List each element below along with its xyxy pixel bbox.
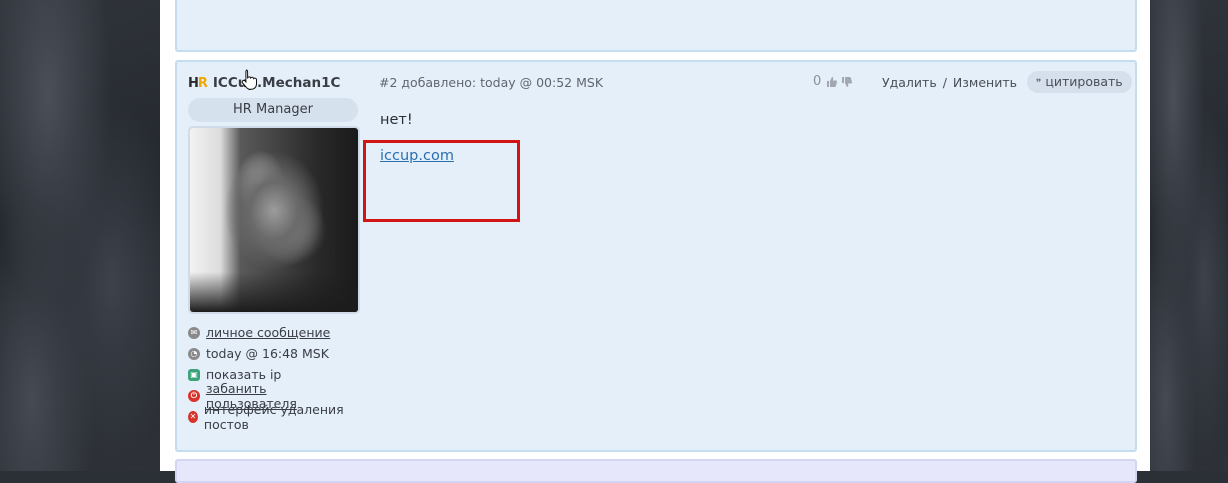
- ban-icon: ⏻: [188, 389, 200, 402]
- edit-post-link[interactable]: Изменить: [953, 75, 1017, 90]
- annotation-highlight-box: [363, 140, 520, 222]
- quote-button[interactable]: ❞ цитировать: [1027, 71, 1132, 93]
- background-art-right: [1150, 0, 1228, 471]
- thumbs-up-icon[interactable]: [826, 76, 838, 88]
- post-actions: Удалить / Изменить: [882, 75, 1017, 90]
- delete-posts-interface-link[interactable]: ✕ интерфейс удаления постов: [188, 402, 360, 432]
- last-seen-time: ◔ today @ 16:48 MSK: [188, 343, 360, 364]
- quote-icon: ❞: [1036, 78, 1042, 89]
- role-badge: HR Manager: [188, 98, 358, 122]
- author-panel: HR ICCup.Mechan1C HR Manager ✉ личное со…: [188, 74, 360, 432]
- mail-icon: ✉: [188, 326, 200, 339]
- ip-icon: ▣: [188, 368, 200, 381]
- private-message-link[interactable]: ✉ личное сообщение: [188, 322, 360, 343]
- post-body-text: нет!: [380, 112, 413, 128]
- next-post: [175, 459, 1137, 483]
- forum-post: HR ICCup.Mechan1C HR Manager ✉ личное со…: [175, 60, 1137, 452]
- previous-post: [175, 0, 1137, 52]
- forum-page: HR ICCup.Mechan1C HR Manager ✉ личное со…: [160, 0, 1150, 483]
- avatar: [188, 126, 360, 314]
- delete-icon: ✕: [188, 410, 198, 423]
- author-name-link[interactable]: ICCup.Mechan1C: [213, 75, 340, 91]
- background-art-left: [0, 0, 160, 471]
- hand-cursor-icon: [241, 69, 257, 90]
- thumbs-down-icon[interactable]: [841, 76, 853, 88]
- clock-icon: ◔: [188, 347, 200, 360]
- rating-value: 0: [813, 74, 822, 89]
- post-meta: #2 добавлено: today @ 00:52 MSK: [379, 75, 604, 90]
- hr-logo-icon: HR: [188, 75, 208, 91]
- delete-post-link[interactable]: Удалить: [882, 75, 937, 90]
- post-rating: 0: [813, 74, 853, 89]
